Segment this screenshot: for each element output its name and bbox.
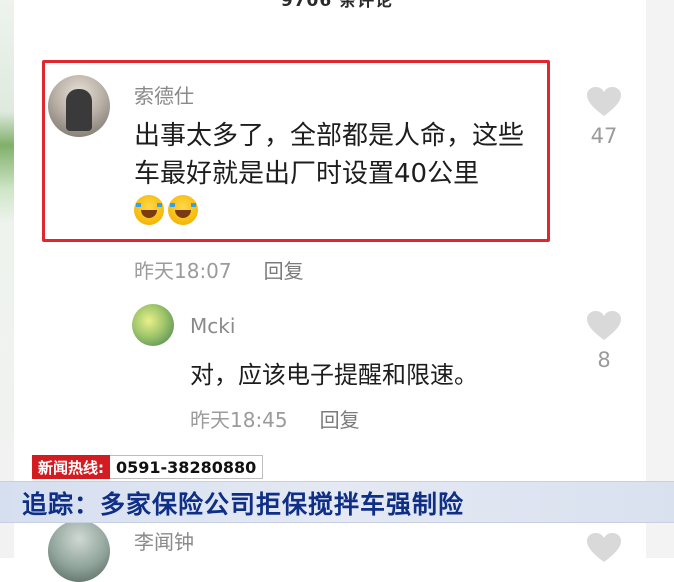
ticker-text: 追踪：多家保险公司拒保搅拌车强制险: [22, 490, 465, 519]
comment-time: 昨天18:07: [134, 259, 232, 283]
heart-icon[interactable]: [586, 310, 622, 342]
comment-count-title: 9706 条评论: [280, 0, 394, 11]
like-count: 47: [590, 124, 618, 148]
heart-icon[interactable]: [586, 86, 622, 118]
highlight-box: [42, 60, 550, 242]
like-count: 8: [597, 348, 611, 372]
comment-meta: 昨天18:07 回复: [134, 255, 304, 284]
reply-text: 对，应该电子提醒和限速。: [190, 361, 478, 389]
comment-username[interactable]: 李闻钟: [134, 526, 194, 555]
like-button[interactable]: [584, 532, 624, 564]
right-edge-strip: [646, 0, 674, 558]
reply-meta: 昨天18:45 回复: [190, 404, 360, 433]
news-ticker: 追踪：多家保险公司拒保搅拌车强制险: [0, 481, 674, 523]
heart-icon[interactable]: [586, 532, 622, 564]
hotline-label: 新闻热线:: [32, 455, 110, 479]
like-button[interactable]: 8: [584, 310, 624, 372]
avatar[interactable]: [48, 520, 110, 582]
news-hotline: 新闻热线: 0591-38280880: [32, 455, 264, 479]
reply-time: 昨天18:45: [190, 408, 288, 432]
reply-button[interactable]: 回复: [320, 408, 360, 432]
hotline-number: 0591-38280880: [110, 455, 264, 479]
like-button[interactable]: 47: [584, 86, 624, 148]
reply-username[interactable]: Mcki: [190, 314, 235, 338]
reply-button[interactable]: 回复: [264, 259, 304, 283]
avatar[interactable]: [132, 304, 174, 346]
left-edge-strip: [0, 0, 14, 558]
